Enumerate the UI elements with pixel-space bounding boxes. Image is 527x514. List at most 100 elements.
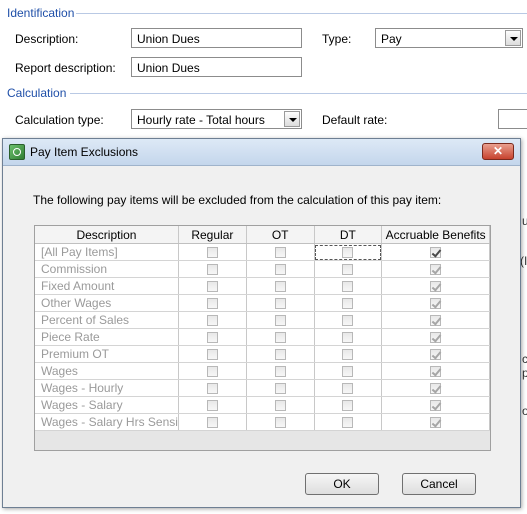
regular-checkbox[interactable] xyxy=(206,383,218,395)
accruable-benefits-checkbox[interactable] xyxy=(430,315,442,327)
dialog-titlebar[interactable]: Pay Item Exclusions ✕ xyxy=(3,139,520,166)
regular-checkbox[interactable] xyxy=(206,332,218,344)
type-label: Type: xyxy=(322,32,352,46)
table-row[interactable]: Wages - Hourly xyxy=(35,379,490,397)
table-row[interactable]: [All Pay Items] xyxy=(35,243,490,261)
ok-button[interactable]: OK xyxy=(305,473,379,495)
ot-checkbox[interactable] xyxy=(274,264,286,276)
dt-checkbox-cell xyxy=(314,379,383,397)
pay-item-description: Wages - Hourly xyxy=(35,379,179,397)
pay-item-description: Percent of Sales xyxy=(35,311,179,329)
dt-checkbox[interactable] xyxy=(342,298,354,310)
ot-checkbox[interactable] xyxy=(274,400,286,412)
pay-item-description: Premium OT xyxy=(35,345,179,363)
dt-checkbox[interactable] xyxy=(342,417,354,429)
type-select-value: Pay xyxy=(381,32,402,46)
regular-checkbox[interactable] xyxy=(206,264,218,276)
default-rate-input[interactable] xyxy=(498,109,527,129)
regular-checkbox[interactable] xyxy=(206,366,218,378)
ot-checkbox-cell xyxy=(246,379,315,397)
accruable-benefits-checkbox[interactable] xyxy=(430,281,442,293)
ot-checkbox-cell xyxy=(246,243,315,261)
pay-item-description: Wages - Salary xyxy=(35,396,179,414)
table-row[interactable]: Wages xyxy=(35,362,490,380)
accruable-benefits-checkbox-cell xyxy=(381,396,490,414)
table-row[interactable]: Premium OT xyxy=(35,345,490,363)
accruable-benefits-checkbox[interactable] xyxy=(430,383,442,395)
accruable-benefits-checkbox[interactable] xyxy=(430,298,442,310)
ot-checkbox[interactable] xyxy=(274,383,286,395)
regular-checkbox[interactable] xyxy=(206,417,218,429)
ot-checkbox[interactable] xyxy=(274,366,286,378)
dt-checkbox[interactable] xyxy=(342,400,354,412)
table-row[interactable]: Wages - Salary xyxy=(35,396,490,414)
close-button[interactable]: ✕ xyxy=(482,143,514,160)
ot-checkbox[interactable] xyxy=(274,247,286,259)
pay-item-description: Other Wages xyxy=(35,294,179,312)
regular-checkbox-cell xyxy=(178,379,247,397)
dt-checkbox[interactable] xyxy=(342,366,354,378)
calculation-type-value: Hourly rate - Total hours xyxy=(137,113,265,127)
table-row[interactable]: Percent of Sales xyxy=(35,311,490,329)
dt-checkbox-cell xyxy=(314,294,383,312)
dt-checkbox[interactable] xyxy=(342,383,354,395)
dt-checkbox-cell xyxy=(314,362,383,380)
column-header-accruable-benefits[interactable]: Accruable Benefits xyxy=(381,226,490,244)
accruable-benefits-checkbox[interactable] xyxy=(430,332,442,344)
ot-checkbox-cell xyxy=(246,328,315,346)
dt-checkbox-cell xyxy=(314,345,383,363)
regular-checkbox[interactable] xyxy=(206,247,218,259)
default-rate-label: Default rate: xyxy=(322,113,388,127)
regular-checkbox-cell xyxy=(178,243,247,261)
dt-checkbox-cell xyxy=(314,243,383,261)
exclusions-grid: Description Regular OT DT Accruable Bene… xyxy=(34,225,491,451)
regular-checkbox[interactable] xyxy=(206,298,218,310)
ot-checkbox[interactable] xyxy=(274,315,286,327)
column-header-dt[interactable]: DT xyxy=(314,226,383,244)
dt-checkbox[interactable] xyxy=(342,332,354,344)
regular-checkbox[interactable] xyxy=(206,400,218,412)
pay-item-description: Commission xyxy=(35,260,179,278)
chevron-down-icon[interactable] xyxy=(505,30,521,46)
ot-checkbox[interactable] xyxy=(274,417,286,429)
description-input[interactable]: Union Dues xyxy=(131,28,302,48)
calculation-type-select[interactable]: Hourly rate - Total hours xyxy=(131,109,302,129)
ot-checkbox[interactable] xyxy=(274,298,286,310)
accruable-benefits-checkbox[interactable] xyxy=(430,264,442,276)
table-row[interactable]: Other Wages xyxy=(35,294,490,312)
cancel-button[interactable]: Cancel xyxy=(402,473,476,495)
regular-checkbox[interactable] xyxy=(206,315,218,327)
ot-checkbox[interactable] xyxy=(274,332,286,344)
exclusions-table: Description Regular OT DT Accruable Bene… xyxy=(35,226,490,431)
accruable-benefits-checkbox[interactable] xyxy=(430,366,442,378)
table-row[interactable]: Wages - Salary Hrs Sensi xyxy=(35,413,490,431)
accruable-benefits-checkbox[interactable] xyxy=(430,247,442,259)
dt-checkbox[interactable] xyxy=(342,281,354,293)
dt-checkbox[interactable] xyxy=(342,315,354,327)
table-row[interactable]: Piece Rate xyxy=(35,328,490,346)
dt-checkbox[interactable] xyxy=(342,264,354,276)
table-row[interactable]: Fixed Amount xyxy=(35,277,490,295)
dt-checkbox[interactable] xyxy=(342,247,354,259)
regular-checkbox[interactable] xyxy=(206,281,218,293)
ot-checkbox-cell xyxy=(246,311,315,329)
column-header-ot[interactable]: OT xyxy=(246,226,315,244)
report-description-label: Report description: xyxy=(15,61,116,75)
ot-checkbox[interactable] xyxy=(274,349,286,361)
accruable-benefits-checkbox[interactable] xyxy=(430,349,442,361)
ot-checkbox-cell xyxy=(246,277,315,295)
report-description-input[interactable]: Union Dues xyxy=(131,57,302,77)
dt-checkbox[interactable] xyxy=(342,349,354,361)
table-row[interactable]: Commission xyxy=(35,260,490,278)
column-header-regular[interactable]: Regular xyxy=(178,226,247,244)
pay-item-description: Piece Rate xyxy=(35,328,179,346)
regular-checkbox[interactable] xyxy=(206,349,218,361)
ot-checkbox[interactable] xyxy=(274,281,286,293)
column-header-description[interactable]: Description xyxy=(35,226,179,244)
accruable-benefits-checkbox[interactable] xyxy=(430,400,442,412)
type-select[interactable]: Pay xyxy=(375,28,523,48)
chevron-down-icon[interactable] xyxy=(284,111,300,127)
calculation-section-title: Calculation xyxy=(7,86,67,100)
accruable-benefits-checkbox[interactable] xyxy=(430,417,442,429)
background-text-fragment: u xyxy=(522,214,527,228)
